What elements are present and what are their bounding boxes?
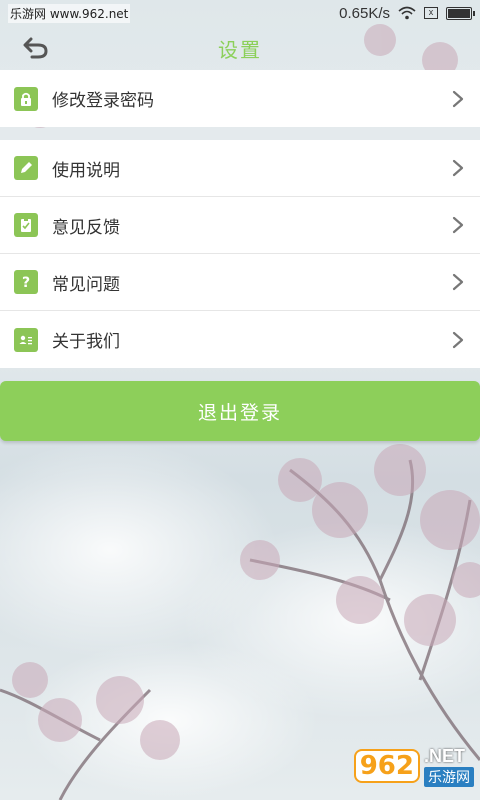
lock-icon bbox=[14, 86, 38, 111]
watermark-number: 962 bbox=[353, 749, 420, 783]
page-title: 设置 bbox=[218, 37, 262, 62]
status-indicators: 0.65K/s x bbox=[339, 4, 475, 22]
item-label: 修改登录密码 bbox=[52, 91, 154, 111]
faq-item[interactable]: ? 常见问题 bbox=[0, 254, 480, 311]
chevron-right-icon bbox=[452, 331, 464, 348]
battery-level bbox=[448, 8, 470, 18]
watermark-logo: 962 .NET 乐游网 bbox=[353, 745, 474, 787]
question-icon: ? bbox=[14, 270, 38, 294]
chevron-right-icon bbox=[452, 216, 464, 234]
site-watermark: 962 .NET 乐游网 bbox=[314, 740, 474, 792]
network-speed: 0.65K/s bbox=[339, 4, 390, 22]
usage-guide-item[interactable]: 使用说明 bbox=[0, 140, 480, 197]
status-bar: 乐游网 www.962.net 0.65K/s x bbox=[0, 0, 480, 26]
battery-icon bbox=[446, 6, 475, 20]
settings-group-account: 修改登录密码 bbox=[0, 70, 480, 127]
no-sim-icon: x bbox=[424, 7, 438, 19]
watermark-chinese: 乐游网 bbox=[424, 766, 474, 787]
back-button[interactable] bbox=[18, 32, 54, 64]
title-bar: 设置 bbox=[0, 26, 480, 70]
clipboard-check-icon bbox=[14, 213, 38, 237]
site-text: 乐游网 www.962.net bbox=[8, 3, 131, 23]
change-password-item[interactable]: 修改登录密码 bbox=[0, 70, 480, 127]
item-label: 关于我们 bbox=[52, 332, 120, 352]
wifi-icon bbox=[398, 6, 416, 20]
settings-group-info: 使用说明 意见反馈 ? 常见问题 关于我们 bbox=[0, 140, 480, 368]
item-label: 使用说明 bbox=[52, 160, 120, 181]
chevron-right-icon bbox=[452, 90, 464, 107]
pencil-icon bbox=[14, 156, 38, 180]
about-us-item[interactable]: 关于我们 bbox=[0, 311, 480, 368]
chevron-right-icon bbox=[452, 159, 464, 177]
contact-card-icon bbox=[14, 327, 38, 352]
chevron-right-icon bbox=[452, 273, 464, 291]
item-label: 意见反馈 bbox=[52, 217, 120, 238]
logout-button[interactable]: 退出登录 bbox=[0, 381, 480, 441]
back-arrow-icon bbox=[23, 37, 48, 59]
item-label: 常见问题 bbox=[52, 274, 120, 295]
watermark-suffix: .NET bbox=[424, 745, 466, 766]
feedback-item[interactable]: 意见反馈 bbox=[0, 197, 480, 254]
svg-text:?: ? bbox=[22, 275, 30, 290]
